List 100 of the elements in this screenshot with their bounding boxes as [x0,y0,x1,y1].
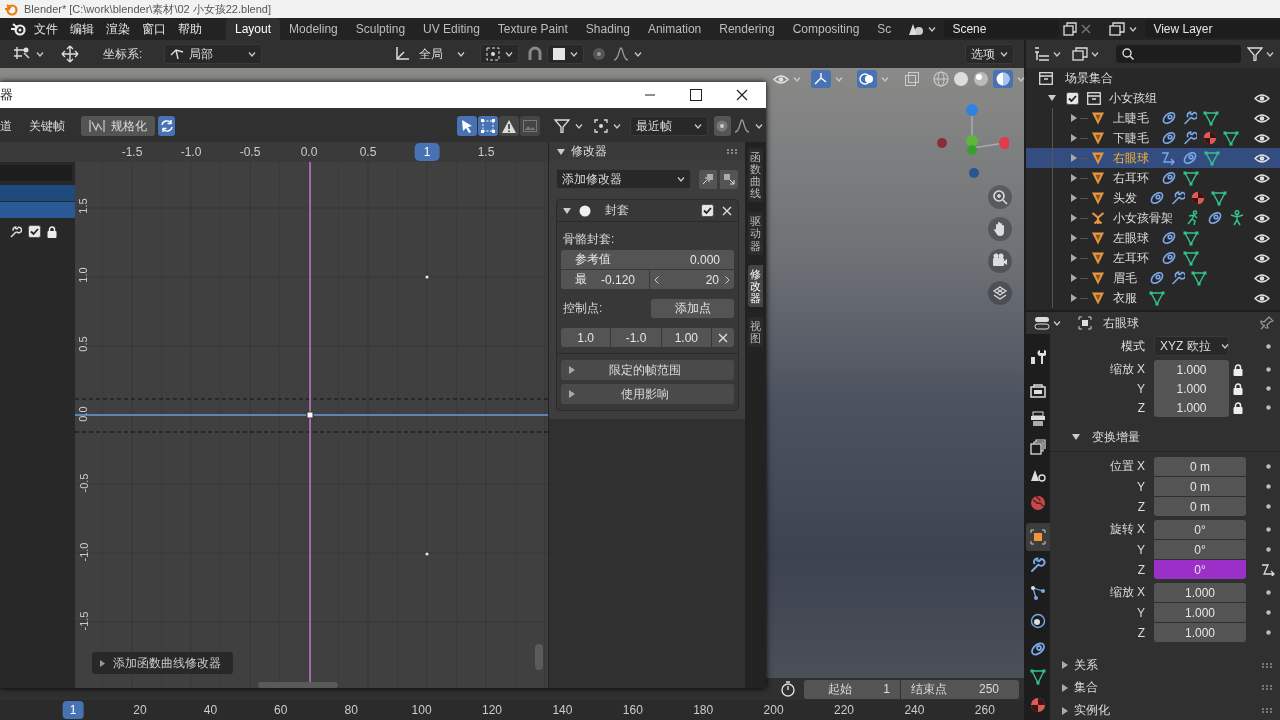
close-icon[interactable] [736,89,748,101]
material-sphere-icon[interactable] [973,71,989,87]
overlay-icon[interactable] [857,70,877,88]
proportional-icon[interactable] [592,47,607,61]
sidebar-tab[interactable]: 驱动器 [748,212,763,255]
hand-button[interactable] [988,217,1012,241]
expand-toggle[interactable] [1071,174,1077,182]
delete-point-button[interactable] [712,328,734,347]
panel-header[interactable]: 关系 [1050,655,1280,675]
eye-icon[interactable] [1254,92,1270,104]
auto-normalize-toggle[interactable] [158,116,176,136]
grip-icon[interactable] [727,149,737,154]
expand-toggle[interactable] [1071,274,1077,282]
number-field[interactable]: 0 m [1154,497,1246,517]
dot-icon[interactable] [1265,464,1271,470]
outliner-row[interactable]: 上睫毛 [1026,108,1280,128]
menu-item[interactable]: 渲染 [100,20,136,38]
outliner-row[interactable]: 衣服 [1026,288,1280,308]
workspace-tab[interactable]: Sculpting [346,18,415,40]
expand-toggle[interactable] [1071,294,1077,302]
dot-icon[interactable] [1265,527,1271,533]
menu-item[interactable]: 道 [0,117,12,135]
pin-icon[interactable] [1260,316,1274,330]
menu-item[interactable]: 帮助 [172,20,208,38]
snap-dropdown[interactable]: 最近帧 [630,116,708,136]
number-field[interactable]: 1.000 [1154,603,1246,623]
end-frame-field[interactable]: 结束点 250 [901,679,1019,699]
image-stack-icon[interactable] [1109,22,1126,36]
checkbox[interactable] [1066,91,1079,105]
panel-header[interactable]: 实例化 [1050,701,1280,720]
snap-dropdown[interactable] [547,44,585,64]
number-field[interactable]: -1.0 [611,328,661,347]
eye-icon[interactable] [1254,152,1270,164]
sidebar-tab[interactable]: 修改器 [748,264,763,307]
outliner-row[interactable]: 右眼球 [1026,148,1280,168]
filter-toggle[interactable] [520,116,541,136]
hint-panel[interactable]: 添加函数曲线修改器 [92,652,233,674]
maximize-icon[interactable] [690,89,702,101]
subpanel-header[interactable]: 限定的帧范围 [561,360,734,380]
scene-icon[interactable] [908,22,925,36]
axes-icon[interactable] [394,46,411,62]
number-field[interactable]: 1.0 [561,328,611,347]
filter-toggle[interactable] [499,116,520,136]
filter-toggle[interactable] [457,116,478,136]
expand-toggle[interactable] [1048,95,1056,101]
start-frame-field[interactable]: 起始 1 [804,679,900,699]
expand-toggle[interactable] [1071,154,1077,162]
number-field[interactable]: 最 -0.120 [561,270,649,289]
pivot-space-dropdown[interactable]: 全局 [414,44,471,64]
sidebar-tab[interactable]: 视图 [748,316,763,348]
outliner-row[interactable]: 头发 [1026,188,1280,208]
checkbox[interactable] [701,204,714,217]
control-point[interactable] [425,552,429,556]
number-field[interactable]: 1.000 [1154,360,1229,379]
lock-icon[interactable] [1233,363,1243,376]
grid-button[interactable] [988,281,1012,305]
checkbox[interactable] [28,225,41,238]
expand-toggle[interactable] [1071,254,1077,262]
scroll-thumb[interactable] [535,644,543,670]
copy-icon[interactable] [1063,22,1078,36]
lock-icon[interactable] [1233,401,1243,414]
orientation-dropdown[interactable]: 局部 [164,44,263,64]
workspace-tab[interactable]: Modeling [280,18,347,40]
workspace-tab[interactable]: UV Editing [414,18,489,40]
number-field[interactable]: 1.000 [1154,398,1229,417]
workspace-tab[interactable]: Layout [226,18,281,40]
number-field[interactable]: 0 m [1154,477,1246,497]
number-field[interactable]: 参考值 0.000 [561,250,734,269]
circle-icon[interactable] [579,204,591,217]
panel-header[interactable]: 集合 [1050,678,1280,698]
view-layer-field[interactable]: View Layer [1145,20,1280,38]
number-field[interactable]: 0° [1154,520,1246,540]
number-field[interactable]: 1.000 [1154,583,1246,603]
dot-icon[interactable] [1265,405,1271,410]
outliner-row[interactable]: 右耳环 [1026,168,1280,188]
eye-icon[interactable] [1254,212,1270,224]
stopwatch-icon[interactable] [780,681,796,697]
camera-button[interactable] [988,249,1012,273]
number-field[interactable]: 1.00 [661,328,711,347]
outliner-icon[interactable] [1034,47,1050,61]
solid-sphere-icon[interactable] [953,71,969,87]
eye-icon[interactable] [1254,252,1270,264]
number-field[interactable]: 20 [650,270,734,289]
workspace-tab[interactable]: Animation [638,18,711,40]
dot-icon[interactable] [1265,590,1271,596]
funnel-icon[interactable] [1247,47,1263,61]
eye-icon[interactable] [1254,272,1270,284]
normalize-toggle[interactable]: 规格化 [81,116,155,136]
expand-toggle[interactable] [1071,214,1077,222]
subpanel-header[interactable]: 使用影响 [561,384,734,404]
workspace-tab[interactable]: Compositing [783,18,869,40]
editor-type-icon[interactable] [1034,316,1050,330]
keyframe-point[interactable] [306,411,314,419]
scene-field[interactable]: Scene [944,20,1060,38]
blender-logo-icon[interactable] [10,22,26,36]
copy-button[interactable] [699,169,717,189]
expand-toggle[interactable] [1071,114,1077,122]
number-field[interactable]: 0 m [1154,457,1246,477]
zoom-button[interactable] [988,185,1012,209]
outliner-row[interactable]: 小女孩骨架 [1026,208,1280,228]
